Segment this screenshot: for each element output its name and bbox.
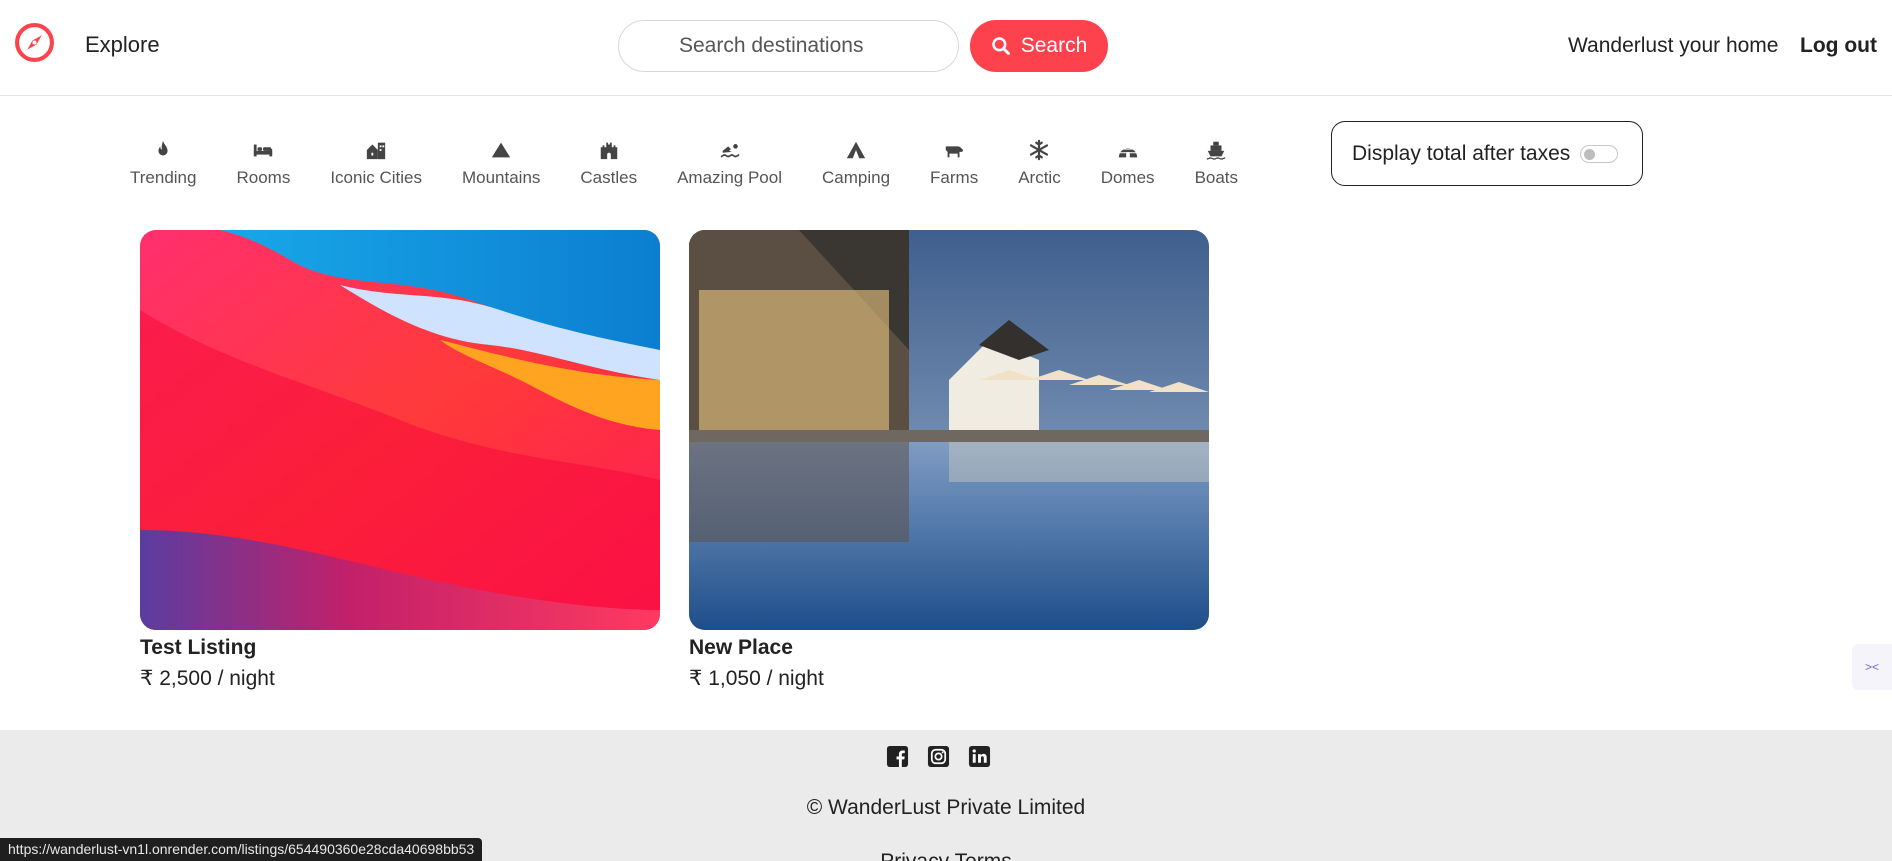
- nav-explore-link[interactable]: Explore: [85, 32, 160, 58]
- cow-icon: [942, 138, 966, 162]
- city-icon: [364, 138, 388, 162]
- extension-widget[interactable]: ><: [1852, 644, 1892, 690]
- filter-label: Rooms: [236, 168, 291, 187]
- listing-card[interactable]: Test Listing ₹ 2,500 / night: [140, 230, 660, 691]
- search-button-label: Search: [1020, 34, 1088, 57]
- navbar: Explore Search Wanderlust your home Log …: [0, 0, 1892, 96]
- listing-price: ₹ 2,500 / night: [140, 667, 275, 690]
- snowflake-icon: [1027, 138, 1051, 162]
- listing-title: New Place: [689, 636, 793, 659]
- filter-farms[interactable]: Farms: [930, 138, 978, 200]
- tax-toggle-box[interactable]: Display total after taxes: [1331, 121, 1643, 186]
- filter-domes[interactable]: Domes: [1101, 138, 1155, 200]
- search-icon: [991, 37, 1010, 55]
- collapse-icon: ><: [1864, 660, 1879, 674]
- instagram-icon[interactable]: [927, 745, 950, 768]
- tent-icon: [844, 138, 868, 162]
- listing-title: Test Listing: [140, 636, 257, 659]
- filter-castles[interactable]: Castles: [580, 138, 637, 200]
- listing-image[interactable]: [689, 230, 1209, 630]
- ship-icon: [1204, 138, 1228, 162]
- switch-knob: [1584, 148, 1596, 160]
- filter-label: Castles: [580, 168, 638, 187]
- listing-price: ₹ 1,050 / night: [689, 667, 824, 690]
- compass-logo-icon[interactable]: [14, 22, 55, 63]
- swimmer-icon: [718, 138, 742, 162]
- nav-home-link[interactable]: Wanderlust your home: [1568, 34, 1778, 58]
- filter-label: Trending: [130, 168, 197, 187]
- social-links: [886, 745, 991, 768]
- filter-mountains[interactable]: Mountains: [462, 138, 540, 200]
- filter-trending[interactable]: Trending: [130, 138, 196, 200]
- tax-toggle-label: Display total after taxes: [1352, 141, 1571, 165]
- filter-amazing-pool[interactable]: Amazing Pool: [677, 138, 782, 200]
- filter-label: Camping: [821, 168, 891, 187]
- linkedin-icon[interactable]: [968, 745, 991, 768]
- facebook-icon[interactable]: [886, 745, 909, 768]
- bed-icon: [251, 138, 275, 162]
- filter-label: Mountains: [461, 168, 541, 187]
- filter-label: Boats: [1194, 168, 1239, 187]
- igloo-icon: [1116, 138, 1140, 162]
- category-filters: Trending Rooms Iconic Cities Mountains C…: [130, 138, 1278, 200]
- castle-icon: [597, 138, 621, 162]
- filter-label: Farms: [930, 168, 979, 187]
- filter-label: Iconic Cities: [330, 168, 422, 187]
- filter-iconic-cities[interactable]: Iconic Cities: [330, 138, 422, 200]
- filter-label: Domes: [1100, 168, 1155, 187]
- logout-link[interactable]: Log out: [1800, 34, 1877, 58]
- mountain-icon: [489, 138, 513, 162]
- filter-label: Arctic: [1018, 168, 1061, 187]
- filter-boats[interactable]: Boats: [1195, 138, 1238, 200]
- search-input[interactable]: [618, 20, 959, 72]
- tax-toggle-switch[interactable]: [1580, 144, 1619, 163]
- status-bar-url: https://wanderlust-vn1l.onrender.com/lis…: [0, 838, 483, 861]
- filter-camping[interactable]: Camping: [822, 138, 890, 200]
- listing-image[interactable]: [140, 230, 660, 630]
- filter-rooms[interactable]: Rooms: [236, 138, 290, 200]
- filter-label: Amazing Pool: [677, 168, 782, 187]
- fire-icon: [151, 138, 175, 162]
- search-button[interactable]: Search: [970, 20, 1108, 72]
- listing-card[interactable]: New Place ₹ 1,050 / night: [689, 230, 1209, 691]
- filter-arctic[interactable]: Arctic: [1018, 138, 1061, 200]
- copyright-text: © WanderLust Private Limited: [806, 796, 1086, 819]
